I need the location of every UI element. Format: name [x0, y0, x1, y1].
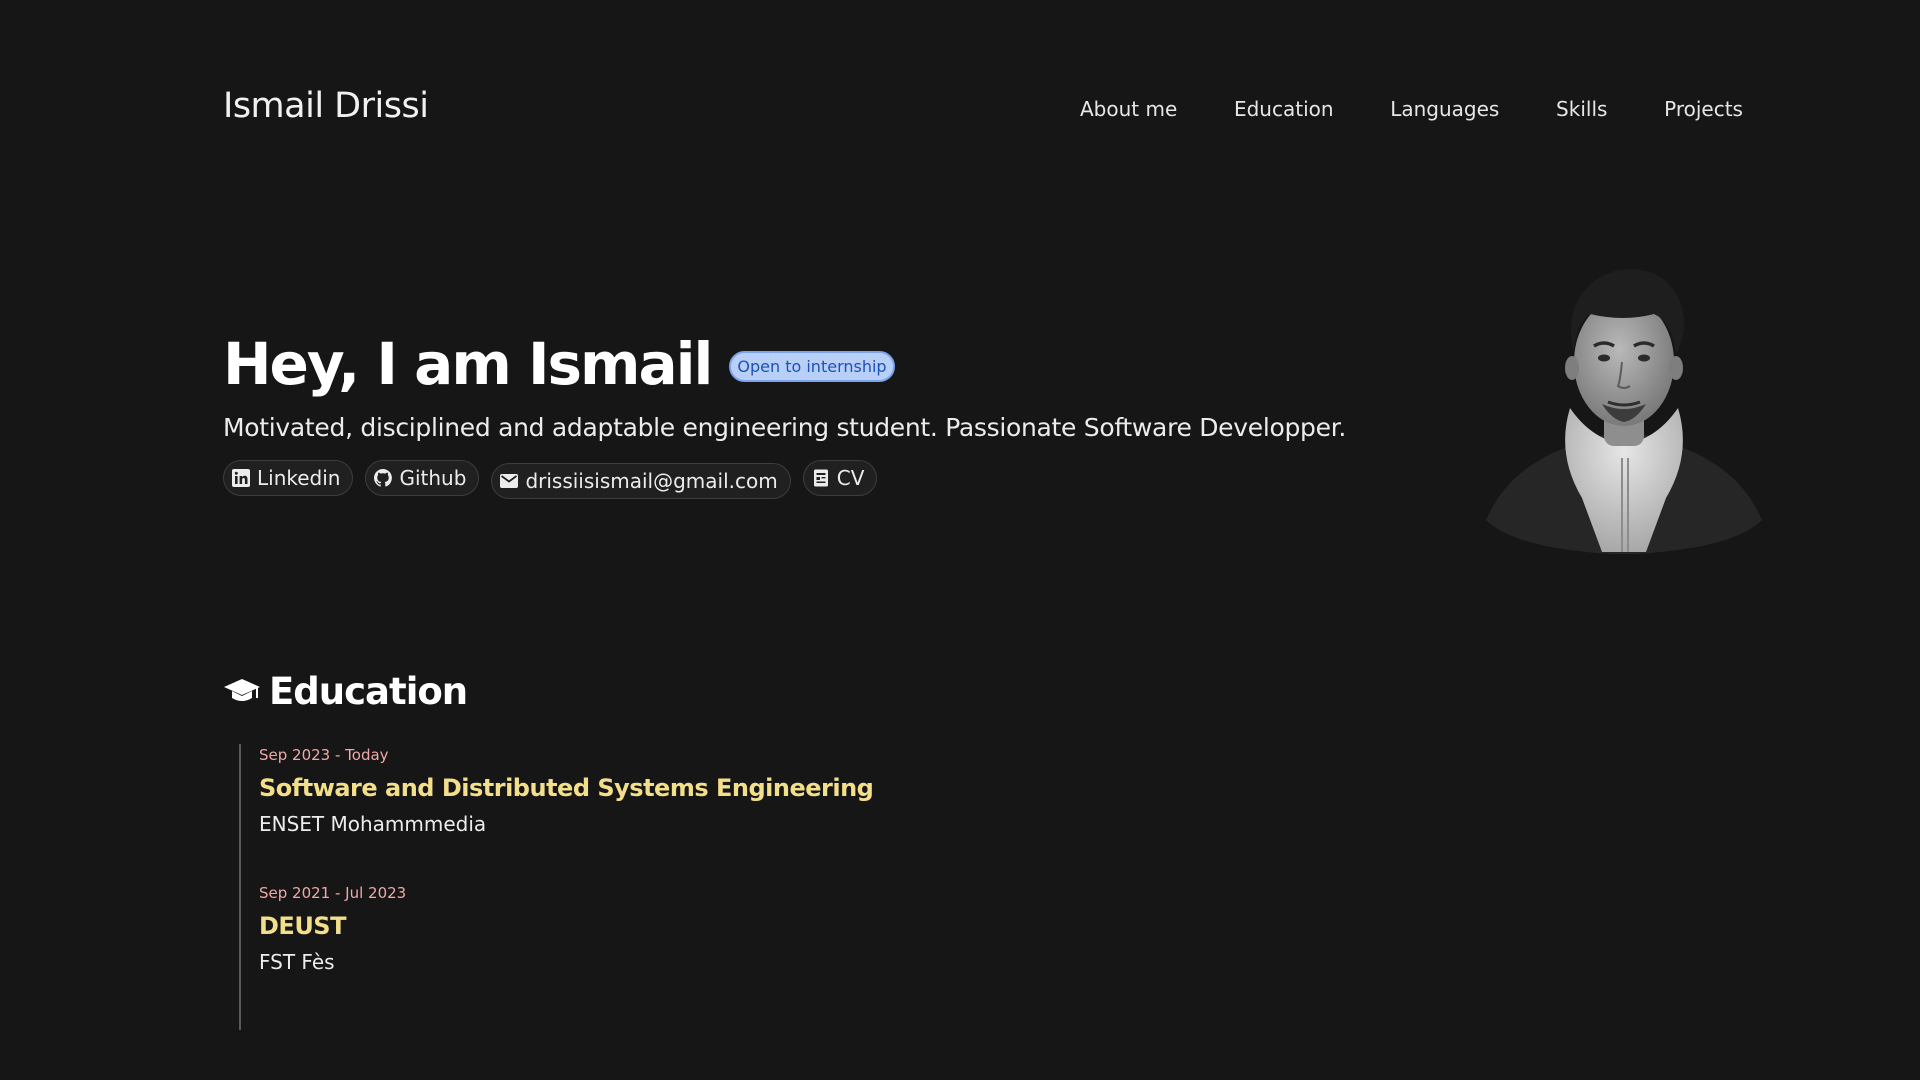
linkedin-link[interactable]: Linkedin — [223, 460, 354, 496]
education-timeline — [239, 744, 241, 1030]
entry-school: ENSET Mohammmedia — [259, 812, 487, 836]
entry-degree: DEUST — [259, 912, 346, 940]
cv-icon — [811, 468, 831, 488]
education-entry: Sep 2023 - Today Software and Distribute… — [259, 746, 874, 836]
entry-degree: Software and Distributed Systems Enginee… — [259, 774, 874, 802]
graduation-cap-icon — [224, 678, 260, 701]
github-link[interactable]: Github — [365, 460, 480, 496]
hero-subtitle: Motivated, disciplined and adaptable eng… — [223, 413, 1347, 442]
cv-label: CV — [836, 466, 865, 490]
entry-date: Sep 2021 - Jul 2023 — [259, 884, 407, 902]
entry-date: Sep 2023 - Today — [259, 746, 389, 764]
github-icon — [373, 468, 393, 488]
email-link[interactable]: drissiisismail@gmail.com — [491, 463, 791, 499]
nav-projects[interactable]: Projects — [1664, 97, 1743, 121]
nav-about[interactable]: About me — [1080, 97, 1177, 121]
main-nav: About me Education Languages Skills Proj… — [1080, 97, 1743, 121]
nav-skills[interactable]: Skills — [1556, 97, 1607, 121]
linkedin-icon — [231, 468, 251, 488]
nav-education[interactable]: Education — [1234, 97, 1334, 121]
profile-photo — [1486, 269, 1762, 554]
entry-school: FST Fès — [259, 950, 335, 974]
site-brand[interactable]: Ismail Drissi — [223, 86, 429, 126]
nav-languages[interactable]: Languages — [1390, 97, 1499, 121]
education-heading: Education — [223, 670, 468, 713]
education-title: Education — [269, 670, 468, 713]
cv-link[interactable]: CV — [802, 460, 878, 496]
mail-icon — [499, 471, 519, 491]
email-label: drissiisismail@gmail.com — [525, 469, 778, 493]
education-entry: Sep 2021 - Jul 2023 DEUST FST Fès — [259, 884, 406, 974]
linkedin-label: Linkedin — [257, 466, 341, 490]
github-label: Github — [399, 466, 467, 490]
hero-title: Hey, I am Ismail — [223, 330, 713, 398]
hero-heading-row: Hey, I am Ismail Open to internship — [223, 330, 895, 398]
social-links: Linkedin Github drissiisismail@gmail.com… — [223, 457, 889, 499]
status-badge: Open to internship — [729, 350, 895, 382]
